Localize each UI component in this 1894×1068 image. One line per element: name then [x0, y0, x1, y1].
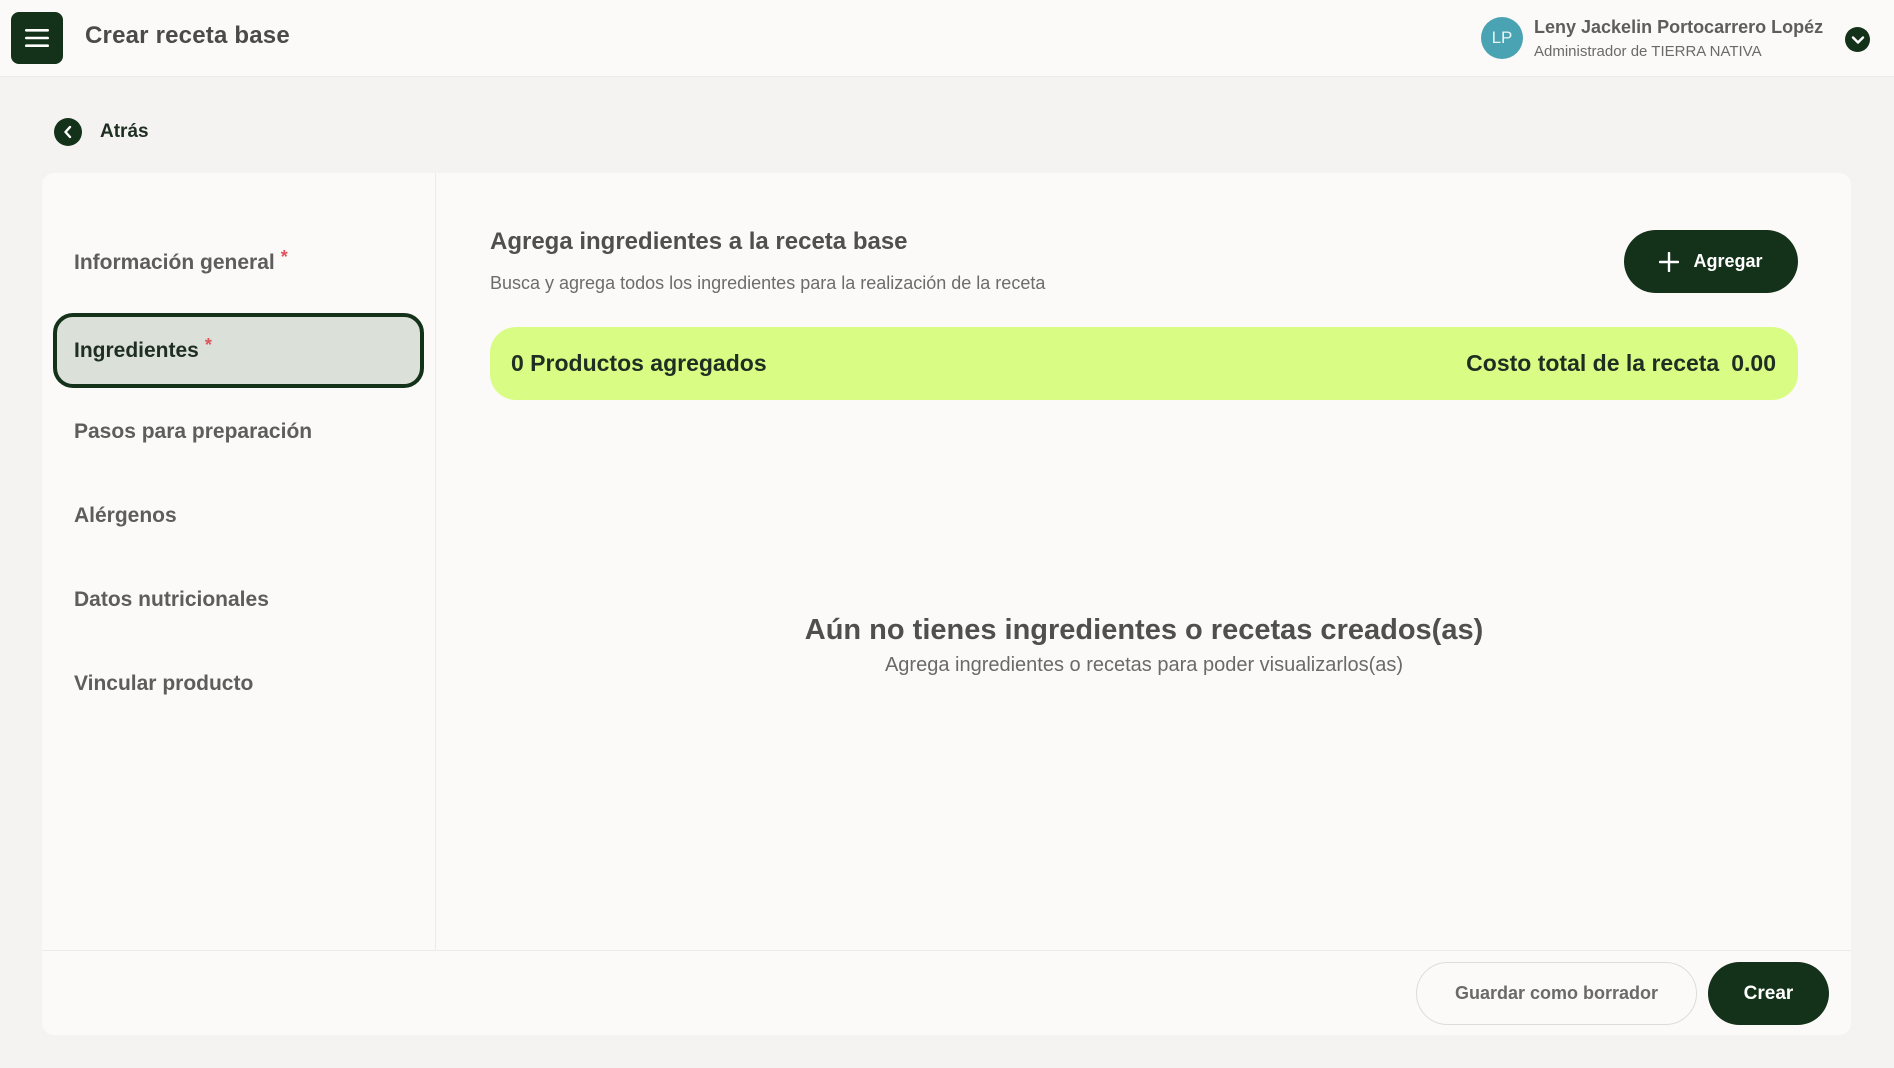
- required-marker: *: [204, 335, 212, 355]
- user-role: Administrador de TIERRA NATIVA: [1534, 43, 1762, 60]
- empty-state-subtitle: Agrega ingredientes o recetas para poder…: [884, 654, 1404, 676]
- hamburger-menu-icon: [25, 29, 49, 47]
- total-cost: Costo total de la receta 0.00: [1466, 350, 1776, 377]
- empty-state-title: Aún no tienes ingredientes o recetas cre…: [804, 614, 1484, 646]
- required-marker: *: [280, 247, 288, 267]
- back-label: Atrás: [100, 121, 149, 142]
- sidebar-item-ingredientes[interactable]: Ingredientes *: [53, 313, 424, 388]
- total-cost-label: Costo total de la receta: [1466, 350, 1720, 376]
- total-cost-value: 0.00: [1731, 350, 1776, 376]
- sidebar-item-label: Pasos para preparación: [74, 419, 313, 443]
- plus-icon: [1659, 251, 1680, 272]
- menu-button[interactable]: [11, 12, 63, 64]
- sidebar-item-label: Datos nutricionales: [74, 587, 269, 611]
- sidebar-item-label: Vincular producto: [74, 671, 254, 695]
- avatar[interactable]: LP: [1481, 17, 1523, 59]
- form-footer: Guardar como borrador Crear: [42, 950, 1851, 1035]
- add-button-label: Agregar: [1693, 251, 1763, 271]
- chevron-down-icon: [1851, 35, 1864, 44]
- sidebar-item-label: Alérgenos: [74, 503, 177, 527]
- create-button[interactable]: Crear: [1708, 962, 1829, 1025]
- user-name: Leny Jackelin Portocarrero Lopéz: [1534, 17, 1824, 37]
- chevron-left-icon: [54, 118, 82, 146]
- sidebar-item-datos-nutricionales[interactable]: Datos nutricionales: [53, 562, 424, 637]
- user-menu-toggle[interactable]: [1845, 27, 1870, 52]
- recipe-form-card: Información general * Ingredientes * Pas…: [42, 173, 1851, 1035]
- sidebar-item-label: Información general: [74, 250, 275, 274]
- back-link[interactable]: Atrás: [54, 117, 149, 147]
- top-bar: Crear receta base LP Leny Jackelin Porto…: [0, 0, 1894, 77]
- sidebar-item-alergenos[interactable]: Alérgenos: [53, 478, 424, 553]
- save-draft-button[interactable]: Guardar como borrador: [1416, 962, 1697, 1025]
- sidebar-item-pasos-preparacion[interactable]: Pasos para preparación: [53, 394, 424, 469]
- products-count: 0 Productos agregados: [511, 350, 767, 376]
- sidebar-item-vincular-producto[interactable]: Vincular producto: [53, 646, 424, 721]
- steps-sidebar: Información general * Ingredientes * Pas…: [42, 173, 436, 950]
- section-title: Agrega ingredientes a la receta base: [490, 228, 908, 255]
- section-subtitle: Busca y agrega todos los ingredientes pa…: [490, 273, 1046, 293]
- add-ingredient-button[interactable]: Agregar: [1624, 230, 1798, 293]
- page-title: Crear receta base: [85, 22, 290, 49]
- sidebar-item-label: Ingredientes: [74, 338, 199, 362]
- sidebar-item-informacion-general[interactable]: Información general *: [53, 225, 424, 300]
- recipe-summary-bar: 0 Productos agregados Costo total de la …: [490, 327, 1798, 400]
